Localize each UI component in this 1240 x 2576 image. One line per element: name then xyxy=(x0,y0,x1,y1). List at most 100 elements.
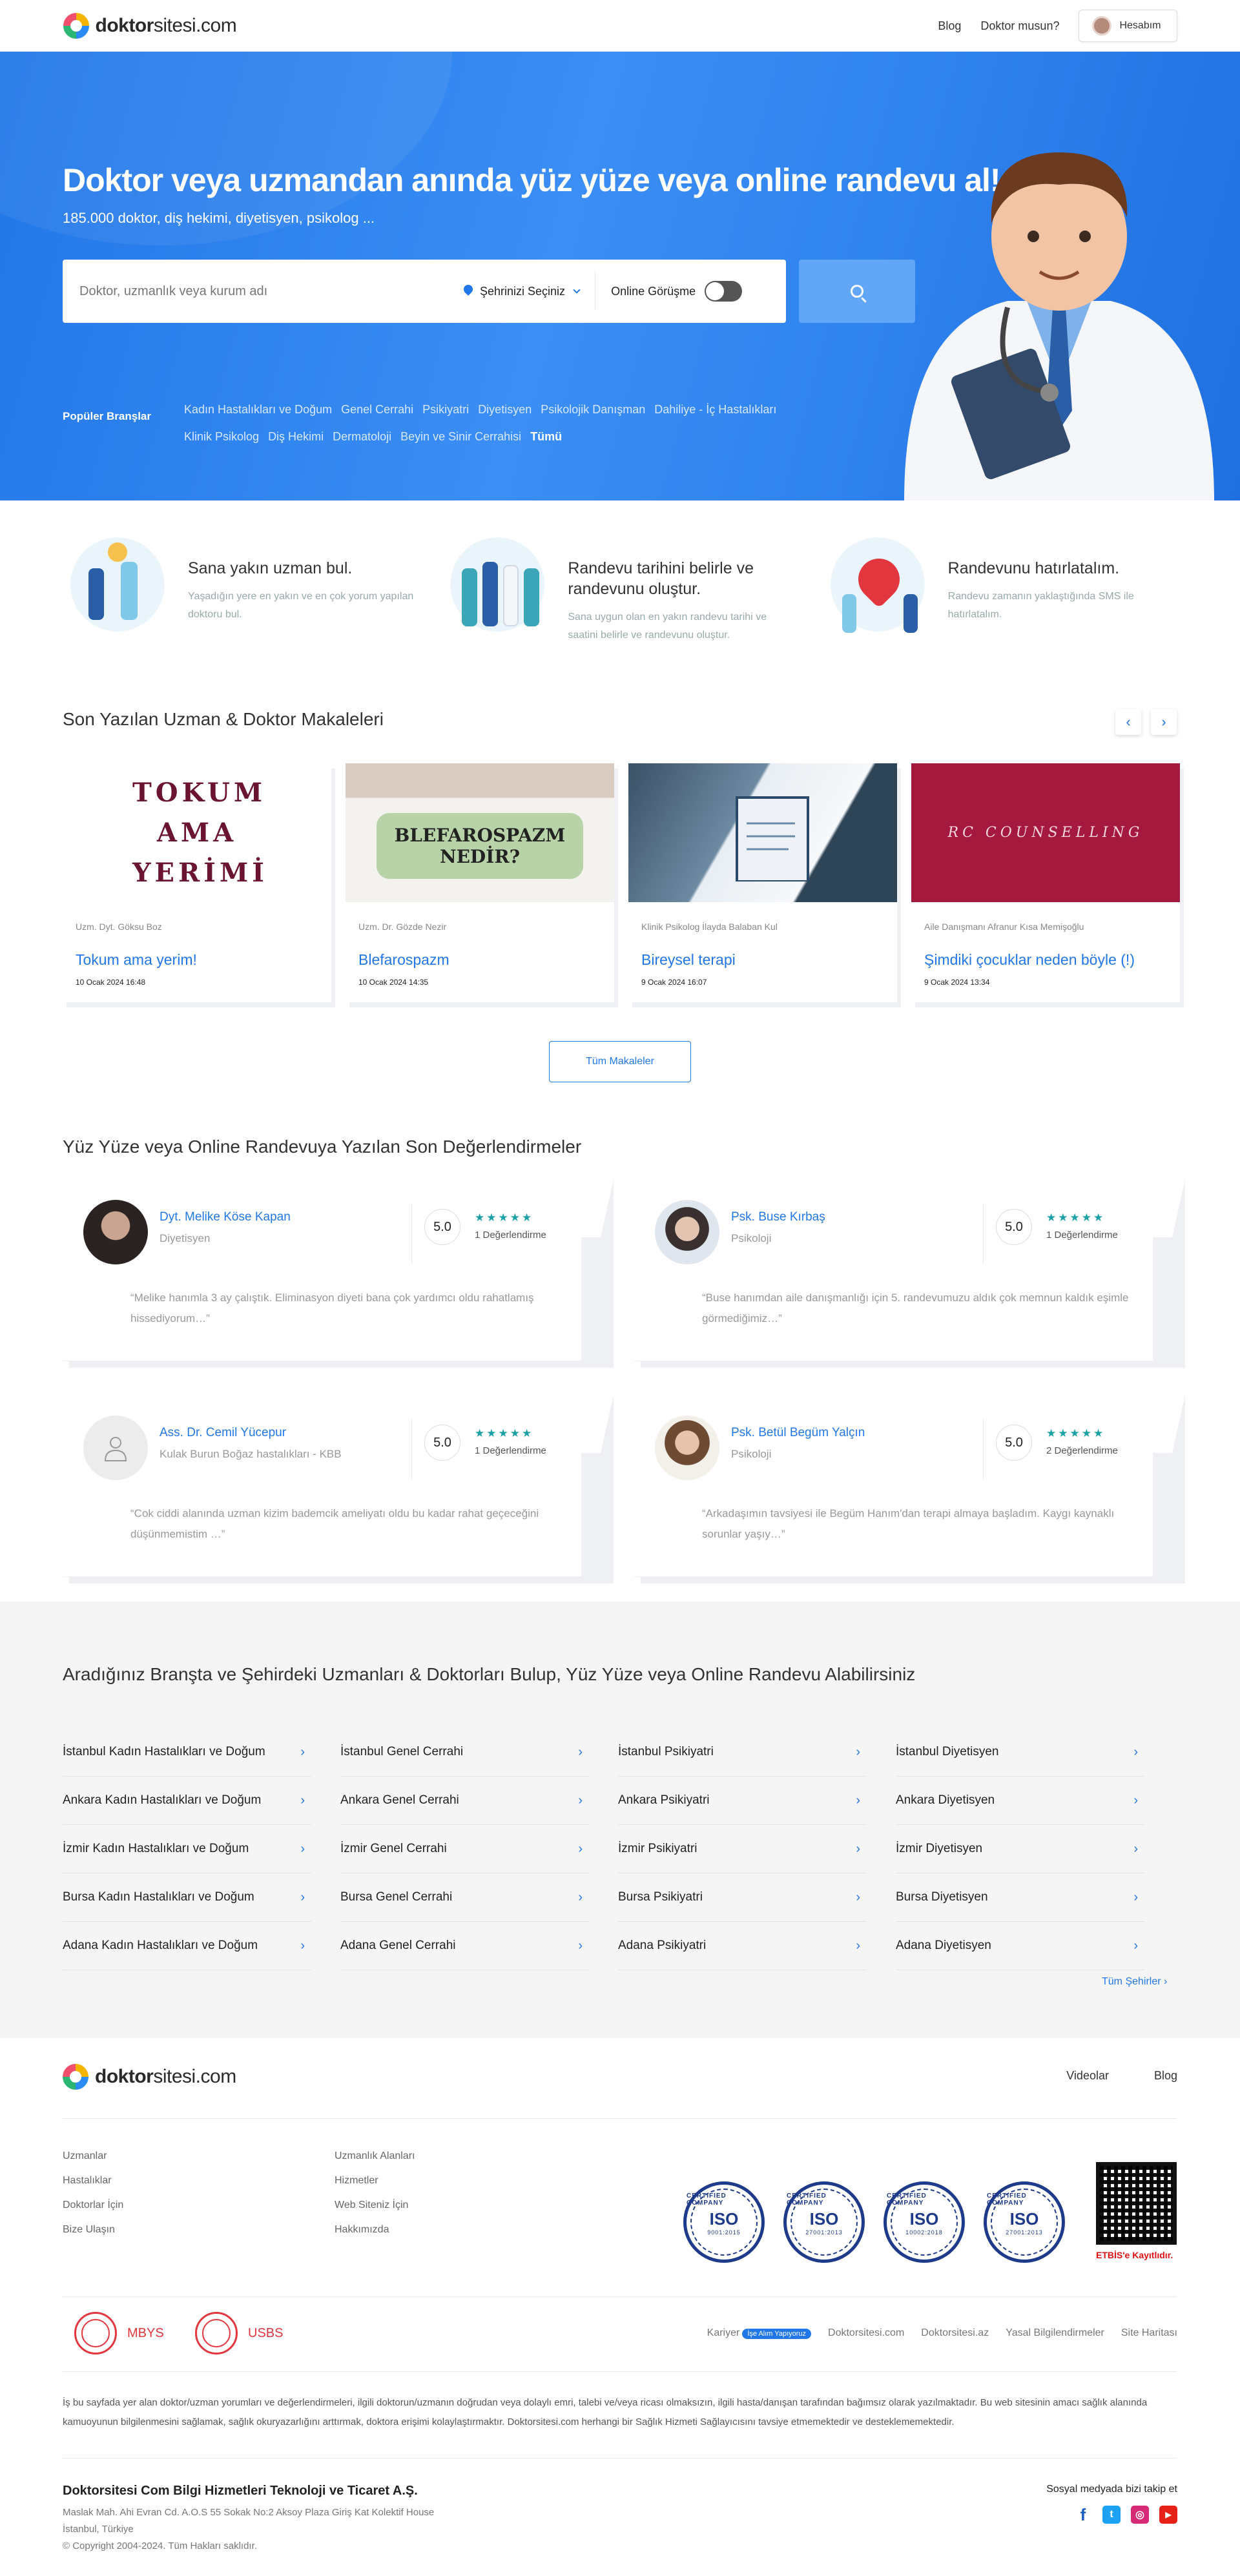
article-author: Klinik Psikolog İlayda Balaban Kul xyxy=(641,922,778,932)
article-card[interactable]: Klinik Psikolog İlayda Balaban Kul Birey… xyxy=(628,763,897,1002)
articles-prev-button[interactable]: ‹ xyxy=(1115,709,1141,735)
branch-link[interactable]: Psikolojik Danışman xyxy=(541,400,645,418)
city-branch-link[interactable]: Adana Diyetisyen › xyxy=(896,1922,1144,1970)
all-cities-link[interactable]: Tüm Şehirler › xyxy=(1102,1976,1167,1988)
city-branch-link[interactable]: Ankara Kadın Hastalıkları ve Doğum › xyxy=(63,1777,311,1825)
city-branch-link[interactable]: İzmir Diyetisyen › xyxy=(896,1825,1144,1873)
nav-doctor-link[interactable]: Doktor musun? xyxy=(980,19,1059,33)
footer-link[interactable]: Web Siteniz İçin xyxy=(335,2193,415,2218)
article-title[interactable]: Blefarospazm xyxy=(358,951,601,969)
city-branch-link[interactable]: İstanbul Diyetisyen › xyxy=(896,1728,1144,1777)
hiring-badge: İşe Alım Yapıyoruz xyxy=(742,2329,812,2339)
footer-link[interactable]: Hastalıklar xyxy=(63,2169,123,2193)
iso-certificate-badge: CERTIFIED COMPANY ISO 9001:2015 xyxy=(683,2181,765,2263)
doctor-photo[interactable] xyxy=(83,1416,148,1480)
search-input[interactable] xyxy=(63,272,463,311)
instagram-icon[interactable]: ◎ xyxy=(1131,2506,1149,2524)
doctor-specialty: Psikoloji xyxy=(731,1448,772,1460)
all-articles-button[interactable]: Tüm Makaleler xyxy=(549,1041,691,1082)
mbys-logo[interactable]: MBYS xyxy=(74,2312,164,2354)
doctor-name[interactable]: Dyt. Melike Köse Kapan xyxy=(160,1210,291,1224)
article-date: 10 Ocak 2024 16:48 xyxy=(76,978,146,987)
city-branch-link[interactable]: İstanbul Genel Cerrahi › xyxy=(340,1728,589,1777)
footer-link[interactable]: Uzmanlık Alanları xyxy=(335,2144,415,2169)
footer-logo[interactable]: doktorsitesi.com xyxy=(63,2064,236,2090)
logo-text-bold: doktor xyxy=(95,2066,154,2087)
article-title[interactable]: Bireysel terapi xyxy=(641,951,884,969)
branch-link[interactable]: Klinik Psikolog xyxy=(184,428,259,446)
doctor-photo[interactable] xyxy=(83,1200,148,1264)
footer-link[interactable]: Bize Ulaşın xyxy=(63,2218,123,2242)
doctor-name[interactable]: Psk. Betül Begüm Yalçın xyxy=(731,1426,865,1440)
facebook-icon[interactable]: f xyxy=(1074,2505,1092,2524)
city-branch-link[interactable]: Adana Genel Cerrahi › xyxy=(340,1922,589,1970)
branch-all-link[interactable]: Tümü xyxy=(530,428,562,446)
footer-link[interactable]: Hizmetler xyxy=(335,2169,415,2193)
article-image xyxy=(628,763,897,902)
review-count: 2 Değerlendirme xyxy=(1046,1445,1118,1456)
footer-link[interactable]: Hakkımızda xyxy=(335,2218,415,2242)
city-branch-link[interactable]: İstanbul Kadın Hastalıkları ve Doğum › xyxy=(63,1728,311,1777)
iso-ring-text: CERTIFIED COMPANY xyxy=(987,2192,1027,2207)
city-branch-link[interactable]: Bursa Psikiyatri › xyxy=(618,1873,867,1922)
article-title[interactable]: Şimdiki çocuklar neden böyle (!) xyxy=(924,951,1167,969)
nav-blog-link[interactable]: Blog xyxy=(938,19,961,33)
doctor-name[interactable]: Psk. Buse Kırbaş xyxy=(731,1210,825,1224)
iso-code: 27001:2013 xyxy=(1006,2229,1043,2236)
articles-next-button[interactable]: › xyxy=(1151,709,1177,735)
article-card[interactable]: TOKUM AMA YERİMİ Uzm. Dyt. Göksu Boz Tok… xyxy=(63,763,331,1002)
doctor-photo[interactable] xyxy=(655,1200,719,1264)
city-branch-link[interactable]: İstanbul Psikiyatri › xyxy=(618,1728,867,1777)
article-card[interactable]: RC COUNSELLING Aile Danışmanı Afranur Kı… xyxy=(911,763,1180,1002)
chevron-right-icon: › xyxy=(300,1890,305,1904)
city-branch-link[interactable]: Ankara Diyetisyen › xyxy=(896,1777,1144,1825)
usbs-logo[interactable]: USBS xyxy=(195,2312,283,2354)
branch-link[interactable]: Dahiliye - İç Hastalıkları xyxy=(654,400,776,418)
branch-link[interactable]: Beyin ve Sinir Cerrahisi xyxy=(400,428,521,446)
footer-videos-link[interactable]: Videolar xyxy=(1066,2069,1109,2083)
article-card[interactable]: BLEFAROSPAZM NEDİR? Uzm. Dr. Gözde Nezir… xyxy=(346,763,614,1002)
footer-bottom-link[interactable]: Site Haritası xyxy=(1121,2327,1177,2339)
city-branch-link[interactable]: Ankara Genel Cerrahi › xyxy=(340,1777,589,1825)
branch-link[interactable]: Diş Hekimi xyxy=(268,428,324,446)
footer-bottom-link[interactable]: Yasal Bilgilendirmeler xyxy=(1006,2327,1104,2339)
etbis-qr-code[interactable] xyxy=(1096,2162,1177,2245)
doctor-name[interactable]: Ass. Dr. Cemil Yücepur xyxy=(160,1426,286,1440)
city-branch-link[interactable]: Bursa Diyetisyen › xyxy=(896,1873,1144,1922)
site-logo[interactable]: doktorsitesi.com xyxy=(63,13,237,39)
city-branch-link[interactable]: İzmir Genel Cerrahi › xyxy=(340,1825,589,1873)
account-label: Hesabım xyxy=(1119,20,1161,31)
ministry-seal-icon xyxy=(74,2312,117,2354)
branch-link[interactable]: Diyetisyen xyxy=(478,400,532,418)
footer-link[interactable]: Uzmanlar xyxy=(63,2144,123,2169)
city-branch-label: İstanbul Genel Cerrahi xyxy=(340,1745,464,1758)
account-button[interactable]: Hesabım xyxy=(1079,10,1177,42)
branch-link[interactable]: Genel Cerrahi xyxy=(341,400,413,418)
city-branch-link[interactable]: Bursa Kadın Hastalıkları ve Doğum › xyxy=(63,1873,311,1922)
city-select-label: Şehrinizi Seçiniz xyxy=(480,284,566,298)
career-link[interactable]: Kariyer İşe Alım Yapıyoruz xyxy=(707,2327,812,2339)
footer-link[interactable]: Doktorlar İçin xyxy=(63,2193,123,2218)
city-select[interactable]: Şehrinizi Seçiniz xyxy=(463,272,596,311)
online-meeting-toggle[interactable] xyxy=(705,281,743,302)
city-branch-link[interactable]: Ankara Psikiyatri › xyxy=(618,1777,867,1825)
logo-text-bold: doktor xyxy=(95,15,154,36)
article-title[interactable]: Tokum ama yerim! xyxy=(76,951,318,969)
footer-bottom-link[interactable]: Doktorsitesi.com xyxy=(828,2327,904,2339)
branch-link[interactable]: Dermatoloji xyxy=(333,428,391,446)
social-title: Sosyal medyada bizi takip et xyxy=(1046,2484,1177,2495)
youtube-icon[interactable]: ▶ xyxy=(1159,2506,1177,2524)
branch-link[interactable]: Kadın Hastalıkları ve Doğum xyxy=(184,400,332,418)
city-branch-link[interactable]: Adana Kadın Hastalıkları ve Doğum › xyxy=(63,1922,311,1970)
branch-link[interactable]: Psikiyatri xyxy=(422,400,469,418)
footer-bottom-link[interactable]: Doktorsitesi.az xyxy=(921,2327,989,2339)
city-branch-link[interactable]: Adana Psikiyatri › xyxy=(618,1922,867,1970)
footer-blog-link[interactable]: Blog xyxy=(1154,2069,1177,2083)
city-branch-link[interactable]: İzmir Psikiyatri › xyxy=(618,1825,867,1873)
city-branch-link[interactable]: İzmir Kadın Hastalıkları ve Doğum › xyxy=(63,1825,311,1873)
features-row: Sana yakın uzman bul. Yaşadığın yere en … xyxy=(63,530,1177,644)
city-branch-link[interactable]: Bursa Genel Cerrahi › xyxy=(340,1873,589,1922)
doctor-photo[interactable] xyxy=(655,1416,719,1480)
twitter-icon[interactable]: t xyxy=(1102,2506,1121,2524)
city-branch-section: Aradığınız Branşta ve Şehirdeki Uzmanlar… xyxy=(0,1602,1240,2038)
